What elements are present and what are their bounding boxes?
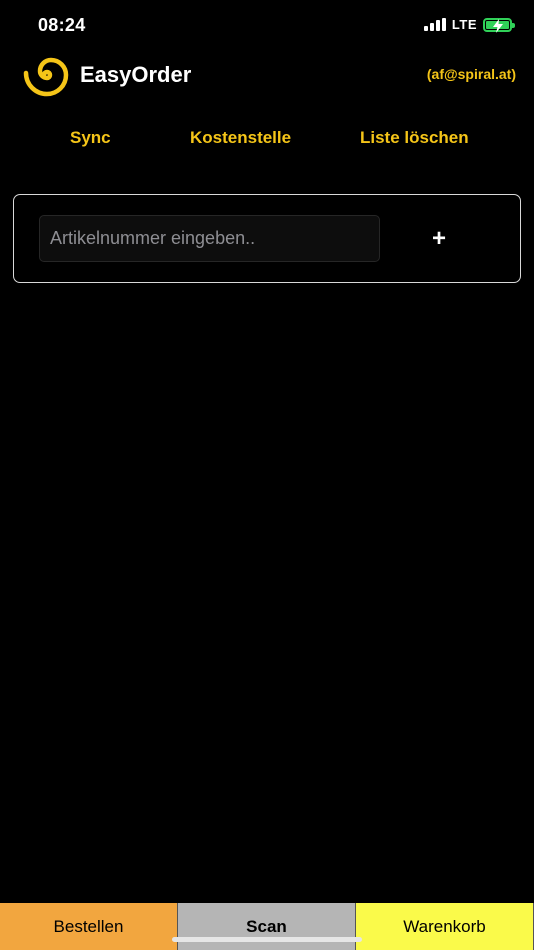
cost-center-button[interactable]: Kostenstelle [190,128,291,148]
tab-warenkorb[interactable]: Warenkorb [356,903,534,950]
status-indicators: LTE [423,17,515,33]
tab-scan[interactable]: Scan [178,903,356,950]
status-time: 08:24 [38,15,86,35]
tab-bestellen[interactable]: Bestellen [0,903,178,950]
status-bar: 08:24 LTE [0,0,534,52]
tab-label: Scan [246,916,287,936]
article-entry-card: + [13,194,521,283]
signal-icon [423,18,446,31]
battery-charging-icon [483,17,515,33]
app-title: EasyOrder [80,62,192,87]
clear-list-button[interactable]: Liste löschen [360,128,469,148]
bottom-tab-bar: Bestellen Scan Warenkorb [0,903,534,950]
spiral-logo-icon [23,57,69,97]
app-screen: 08:24 LTE EasyOrder (af@spiral.at) Sync … [0,0,534,950]
tab-label: Bestellen [53,916,124,936]
account-email[interactable]: (af@spiral.at) [427,66,516,82]
action-row: Sync Kostenstelle Liste löschen [0,128,534,158]
add-article-button[interactable]: + [414,219,464,259]
sync-button[interactable]: Sync [70,128,111,148]
tab-label: Warenkorb [403,916,486,936]
network-label: LTE [451,17,477,32]
article-number-input[interactable] [39,215,380,262]
home-indicator[interactable] [172,937,362,942]
app-header: EasyOrder (af@spiral.at) [0,52,534,98]
